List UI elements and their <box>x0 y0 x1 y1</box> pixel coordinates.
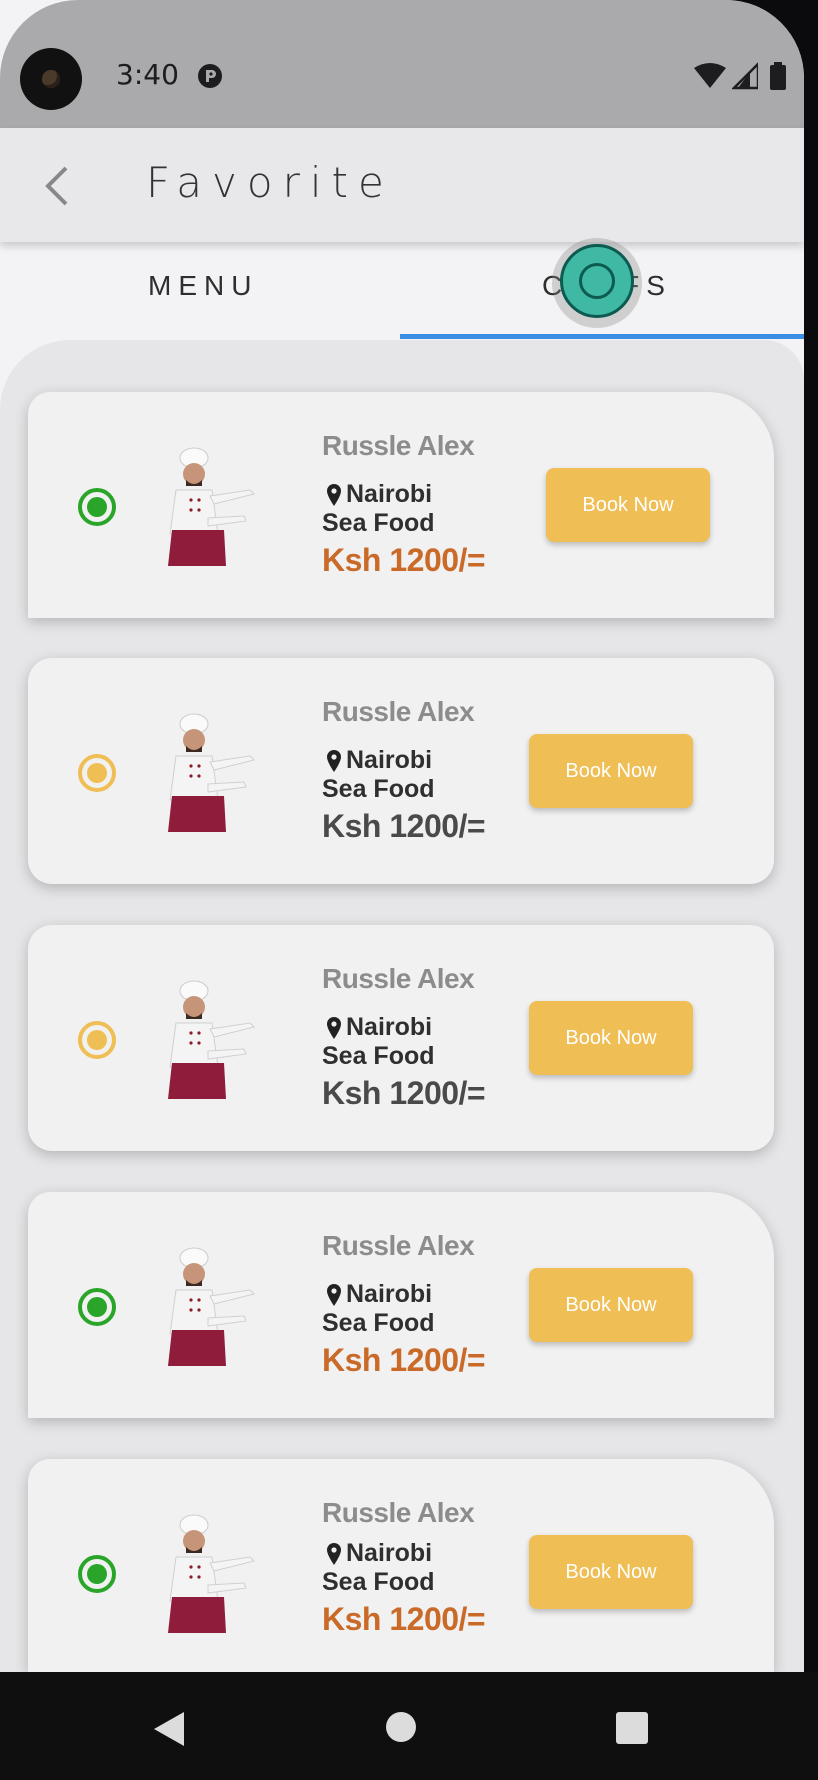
chef-name: Russle Alex <box>322 1230 475 1261</box>
location-pin-icon <box>327 1543 341 1565</box>
app-bar: Favorite <box>0 128 804 242</box>
location-pin-icon <box>327 484 341 506</box>
status-radio[interactable] <box>78 488 116 526</box>
chef-location: Nairobi <box>346 480 433 508</box>
book-now-button[interactable]: Book Now <box>546 468 710 542</box>
book-now-button[interactable]: Book Now <box>529 1001 693 1075</box>
chef-name: Russle Alex <box>322 963 475 994</box>
tab-menu[interactable]: MENU <box>148 270 258 302</box>
book-now-button[interactable]: Book Now <box>529 1268 693 1342</box>
chef-price: Ksh 1200/= <box>322 1601 486 1637</box>
chef-location: Nairobi <box>346 1280 433 1308</box>
chef-name: Russle Alex <box>322 430 475 461</box>
location-pin-icon <box>327 1017 341 1039</box>
system-nav-bar <box>0 1672 818 1780</box>
recents-square-icon[interactable] <box>616 1712 648 1744</box>
status-radio[interactable] <box>78 754 116 792</box>
chef-photo <box>168 713 255 832</box>
chef-name: Russle Alex <box>322 1497 475 1528</box>
chef-price: Ksh 1200/= <box>322 1075 486 1111</box>
chef-card[interactable]: Russle Alex Nairobi Sea Food Ksh 1200/= … <box>28 392 774 618</box>
page-title: Favorite <box>146 158 394 207</box>
status-radio[interactable] <box>78 1288 116 1326</box>
chef-price: Ksh 1200/= <box>322 808 486 844</box>
book-now-button[interactable]: Book Now <box>529 734 693 808</box>
status-time: 3:40 <box>116 58 179 91</box>
back-triangle-icon[interactable] <box>150 1710 186 1748</box>
chef-card[interactable]: Russle Alex Nairobi Sea Food Ksh 1200/= … <box>28 1459 774 1672</box>
chef-card[interactable]: Russle Alex Nairobi Sea Food Ksh 1200/= … <box>28 658 774 884</box>
chef-photo <box>168 980 255 1099</box>
sync-icon <box>198 64 222 88</box>
chevron-left-icon[interactable] <box>38 164 78 208</box>
app-screen: 3:40 Favorite MENU CHEFS <box>0 0 804 1672</box>
chef-price: Ksh 1200/= <box>322 1342 486 1378</box>
chef-cuisine: Sea Food <box>322 775 435 803</box>
chef-photo <box>168 1247 255 1366</box>
tab-bar: MENU CHEFS <box>0 242 804 340</box>
chef-cuisine: Sea Food <box>322 509 435 537</box>
chef-photo <box>168 447 255 566</box>
chef-cuisine: Sea Food <box>322 1042 435 1070</box>
book-now-button[interactable]: Book Now <box>529 1535 693 1609</box>
location-pin-icon <box>327 1284 341 1306</box>
chef-photo <box>168 1514 255 1633</box>
location-pin-icon <box>327 750 341 772</box>
chef-name: Russle Alex <box>322 696 475 727</box>
status-radio[interactable] <box>78 1021 116 1059</box>
wifi-icon <box>694 63 726 88</box>
touch-indicator <box>560 244 634 318</box>
chef-card[interactable]: Russle Alex Nairobi Sea Food Ksh 1200/= … <box>28 1192 774 1418</box>
chef-location: Nairobi <box>346 1539 433 1567</box>
battery-icon <box>770 62 786 90</box>
chef-cuisine: Sea Food <box>322 1309 435 1337</box>
active-tab-indicator <box>400 334 804 339</box>
chef-location: Nairobi <box>346 746 433 774</box>
chef-price: Ksh 1200/= <box>322 542 486 578</box>
chef-location: Nairobi <box>346 1013 433 1041</box>
status-radio[interactable] <box>78 1555 116 1593</box>
home-circle-icon[interactable] <box>386 1712 416 1742</box>
chef-cuisine: Sea Food <box>322 1568 435 1596</box>
front-camera <box>20 48 82 110</box>
chef-card[interactable]: Russle Alex Nairobi Sea Food Ksh 1200/= … <box>28 925 774 1151</box>
cell-signal-icon <box>732 62 758 90</box>
status-bar: 3:40 <box>0 0 804 128</box>
